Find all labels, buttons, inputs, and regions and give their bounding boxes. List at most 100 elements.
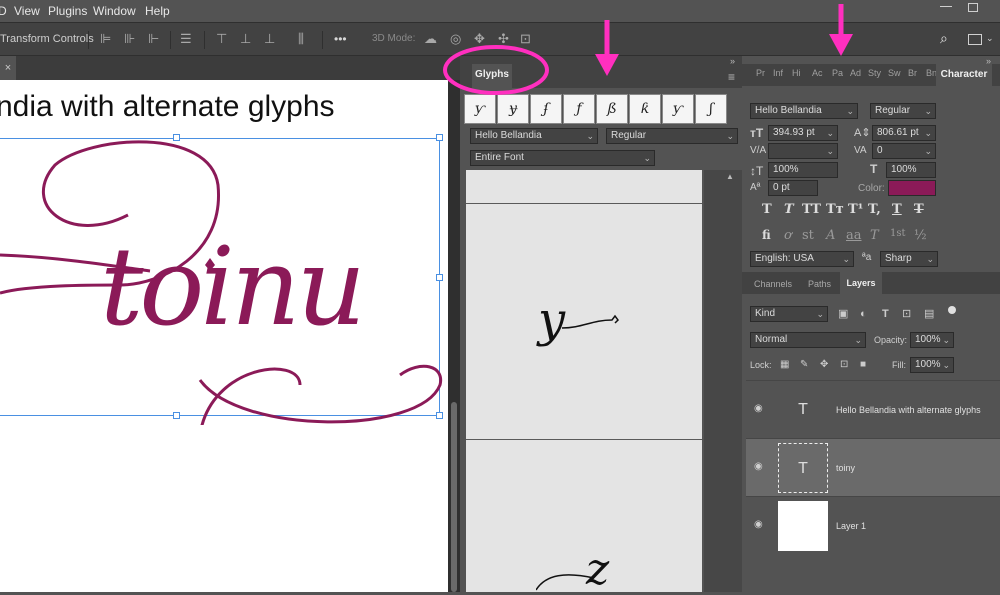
leading-field[interactable]: 806.61 pt ⌄ — [872, 125, 936, 141]
glyph-cell[interactable]: z — [466, 440, 702, 595]
tab-styles[interactable]: Sty — [868, 68, 881, 78]
menu-plugins[interactable]: Plugins — [48, 4, 87, 18]
canvas-scrollbar[interactable] — [448, 80, 460, 592]
small-caps-button[interactable]: Tт — [826, 202, 844, 217]
lock-position-icon[interactable]: ✥ — [820, 358, 828, 372]
visibility-eye-icon[interactable]: ◉ — [754, 461, 763, 472]
search-icon[interactable]: ⌕ — [940, 31, 948, 45]
recent-glyph[interactable]: ß — [596, 94, 628, 124]
adjustment-filter-icon[interactable]: ◐ — [860, 307, 867, 321]
glyph-font-select[interactable]: Hello Bellandia ⌄ — [470, 128, 598, 144]
kerning-field[interactable]: ⌄ — [768, 143, 838, 159]
tab-paths[interactable]: Paths — [808, 279, 831, 289]
old-style-button[interactable]: ơ — [784, 228, 792, 243]
fractions-button[interactable]: ½ — [914, 228, 927, 243]
recent-glyph[interactable]: ʃ — [695, 94, 727, 124]
menu-view[interactable]: View — [14, 4, 40, 18]
subscript-button[interactable]: T, — [868, 202, 881, 217]
layer-row[interactable]: ◉ T Hello Bellandia with alternate glyph… — [746, 380, 1000, 438]
align-middle-icon[interactable]: ⊥ — [240, 32, 251, 46]
all-caps-button[interactable]: TT — [802, 202, 821, 217]
discretionary-ligatures-button[interactable]: st — [802, 228, 814, 243]
tab-paragraph[interactable]: Pa — [832, 68, 843, 78]
stylistic-alternates-button[interactable]: aa — [846, 228, 862, 243]
3d-orbit-icon[interactable]: ☁ — [424, 32, 437, 46]
scroll-up-icon[interactable]: ▲ — [726, 172, 734, 181]
align-top-icon[interactable]: ⊤ — [216, 32, 227, 46]
chevron-down-icon[interactable]: ⌄ — [986, 33, 994, 44]
recent-glyph[interactable]: ɏ — [497, 94, 529, 124]
glyph-filter-select[interactable]: Entire Font ⌄ — [470, 150, 655, 166]
superscript-button[interactable]: T¹ — [848, 202, 863, 217]
menu-help[interactable]: Help — [145, 4, 170, 18]
horizontal-scale-field[interactable]: 100% — [886, 162, 936, 178]
collapse-icon[interactable]: » — [730, 56, 735, 66]
tab-channels[interactable]: Channels — [754, 279, 792, 289]
scrollbar-thumb[interactable] — [451, 402, 457, 592]
menu-window[interactable]: Window — [93, 4, 136, 18]
titling-button[interactable]: T — [870, 228, 879, 243]
minimize-icon[interactable] — [940, 6, 952, 7]
tab-adjustments[interactable]: Ad — [850, 68, 861, 78]
font-size-field[interactable]: 394.93 pt ⌄ — [768, 125, 838, 141]
layer-name[interactable]: Layer 1 — [836, 521, 866, 531]
distribute-icon[interactable]: ☰ — [180, 32, 192, 46]
glyph-cell[interactable]: y — [466, 204, 702, 440]
align-center-icon[interactable]: ⊪ — [124, 32, 135, 46]
align-bottom-icon[interactable]: ⊥ — [264, 32, 275, 46]
lock-pixels-icon[interactable]: ✎ — [800, 358, 808, 372]
blend-mode-select[interactable]: Normal ⌄ — [750, 332, 866, 348]
lock-artboard-icon[interactable]: ⊡ — [840, 358, 848, 372]
recent-glyph[interactable]: ƴ — [464, 94, 496, 124]
underline-button[interactable]: T — [892, 202, 902, 217]
filter-toggle-icon[interactable] — [948, 306, 956, 314]
strikethrough-button[interactable]: T — [914, 202, 924, 217]
tab-properties[interactable]: Pr — [756, 68, 765, 78]
swash-button[interactable]: A — [826, 228, 835, 243]
lock-transparent-icon[interactable]: ▦ — [780, 358, 789, 372]
baseline-shift-field[interactable]: 0 pt — [768, 180, 818, 196]
ligatures-button[interactable]: fi — [762, 228, 771, 242]
pixel-filter-icon[interactable]: ▣ — [838, 307, 848, 321]
tab-swatches[interactable]: Sw — [888, 68, 901, 78]
close-icon[interactable]: × — [0, 56, 16, 80]
tracking-field[interactable]: 0 ⌄ — [872, 143, 936, 159]
fill-field[interactable]: 100% ⌄ — [910, 357, 954, 373]
layer-name[interactable]: toiny — [836, 463, 855, 473]
ordinals-button[interactable]: 1st — [890, 228, 906, 239]
lock-all-icon[interactable]: ■ — [860, 358, 866, 372]
layer-row-selected[interactable]: ◉ T toiny — [746, 438, 1000, 496]
panel-menu-icon[interactable]: ≡ — [728, 70, 735, 84]
faux-italic-button[interactable]: T — [784, 202, 794, 217]
maximize-icon[interactable] — [968, 3, 978, 12]
layer-row[interactable]: ◉ Layer 1 — [746, 496, 1000, 554]
layer-kind-filter[interactable]: Kind ⌄ — [750, 306, 828, 322]
anti-alias-select[interactable]: Sharp ⌄ — [880, 251, 938, 267]
transform-controls-label[interactable]: Transform Controls — [0, 33, 94, 45]
align-left-icon[interactable]: ⊫ — [100, 32, 111, 46]
glyph-cell[interactable] — [466, 170, 702, 204]
tab-info[interactable]: Inf — [773, 68, 783, 78]
tab-character[interactable]: Character — [936, 64, 992, 86]
char-style-select[interactable]: Regular ⌄ — [870, 103, 936, 119]
faux-bold-button[interactable]: T — [762, 202, 772, 217]
color-swatch[interactable] — [888, 180, 936, 196]
layer-name[interactable]: Hello Bellandia with alternate glyphs — [836, 405, 981, 415]
document-canvas[interactable]: ndia with alternate glyphs toinu — [0, 80, 448, 592]
menu-partial[interactable]: D — [0, 4, 7, 18]
char-font-select[interactable]: Hello Bellandia ⌄ — [750, 103, 858, 119]
vertical-scale-field[interactable]: 100% — [768, 162, 838, 178]
recent-glyph[interactable]: ƴ — [662, 94, 694, 124]
glyph-grid-scrollbar[interactable]: ▲ — [704, 170, 742, 592]
more-options-icon[interactable]: ••• — [334, 32, 347, 46]
workspace-icon[interactable] — [968, 34, 982, 45]
align-right-icon[interactable]: ⊩ — [148, 32, 159, 46]
opacity-field[interactable]: 100% ⌄ — [910, 332, 954, 348]
recent-glyph[interactable]: ʄ — [530, 94, 562, 124]
glyph-style-select[interactable]: Regular ⌄ — [606, 128, 738, 144]
tab-histogram[interactable]: Hi — [792, 68, 801, 78]
tab-brushes[interactable]: Br — [908, 68, 917, 78]
smart-object-filter-icon[interactable]: ▤ — [924, 307, 934, 321]
tab-actions[interactable]: Ac — [812, 68, 823, 78]
recent-glyph[interactable]: ƙ — [629, 94, 661, 124]
